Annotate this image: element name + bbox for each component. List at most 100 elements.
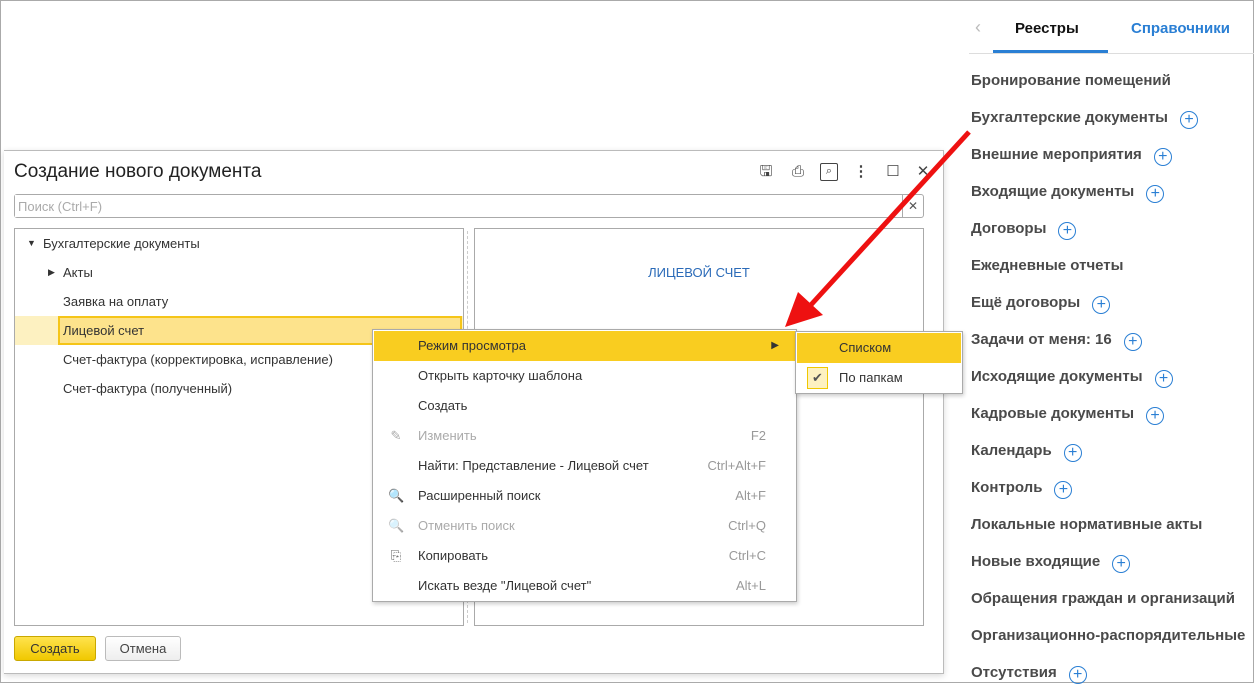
preview-icon[interactable]: ⌕ xyxy=(820,163,838,181)
dialog-title: Создание нового документа xyxy=(14,161,262,182)
menu-label: По папкам xyxy=(839,370,903,385)
collapsed-arrow-icon[interactable]: ▶ xyxy=(48,258,55,287)
cancel-search-icon: 🔍 xyxy=(388,518,405,533)
menu-item-search-everywhere[interactable]: Искать везде "Лицевой счет" Alt+L xyxy=(374,571,795,601)
section-item[interactable]: Исходящие документы + xyxy=(971,368,1173,388)
section-item[interactable]: Локальные нормативные акты xyxy=(971,516,1202,533)
menu-item-open-template[interactable]: Открыть карточку шаблона xyxy=(374,361,795,391)
section-label: Задачи от меня: 16 xyxy=(971,331,1112,348)
clear-search-icon[interactable]: ✕ xyxy=(902,195,923,217)
section-item[interactable]: Внешние мероприятия + xyxy=(971,146,1172,166)
add-icon[interactable]: + xyxy=(1068,666,1087,684)
section-item[interactable]: Договоры + xyxy=(971,220,1077,240)
menu-shortcut: Ctrl+Alt+F xyxy=(707,458,766,473)
save-icon[interactable]: 🖫 xyxy=(757,163,775,181)
context-menu: Режим просмотра ▶ Открыть карточку шаблон… xyxy=(372,329,797,602)
section-item[interactable]: Новые входящие + xyxy=(971,553,1131,573)
menu-item-copy[interactable]: ⎘ Копировать Ctrl+C xyxy=(374,541,795,571)
chevron-left-icon[interactable]: ‹ xyxy=(975,17,981,38)
menu-shortcut: Alt+F xyxy=(735,488,766,503)
menu-item-find[interactable]: Найти: Представление - Лицевой счет Ctrl+… xyxy=(374,451,795,481)
menu-item-advanced-search[interactable]: 🔍 Расширенный поиск Alt+F xyxy=(374,481,795,511)
menu-item-view-mode[interactable]: Режим просмотра ▶ xyxy=(374,331,795,361)
tree-label: Счет-фактура (корректировка, исправление… xyxy=(63,352,333,367)
cancel-button[interactable]: Отмена xyxy=(105,636,181,661)
menu-label: Списком xyxy=(839,340,892,355)
section-tabs: ‹ Реестры Справочники xyxy=(969,1,1254,54)
add-icon[interactable]: + xyxy=(1058,222,1077,240)
section-label: Бронирование помещений xyxy=(971,72,1171,89)
submenu-arrow-icon: ▶ xyxy=(771,340,779,351)
menu-shortcut: F2 xyxy=(750,428,766,443)
section-label: Локальные нормативные акты xyxy=(971,516,1203,533)
menu-shortcut: Ctrl+C xyxy=(728,548,766,563)
section-item[interactable]: Организационно-распорядительные xyxy=(971,627,1245,644)
pencil-icon: ✎ xyxy=(390,428,402,443)
section-label: Календарь xyxy=(971,442,1052,459)
tree-row[interactable]: Заявка на оплату xyxy=(15,287,463,316)
tree-row-group[interactable]: ▼ Бухгалтерские документы xyxy=(15,229,463,258)
tree-label: Бухгалтерские документы xyxy=(43,236,200,251)
menu-shortcut: Alt+L xyxy=(736,578,766,593)
close-icon[interactable]: ✕ xyxy=(914,163,932,181)
menu-item-edit[interactable]: ✎ Изменить F2 xyxy=(374,421,795,451)
section-item[interactable]: Задачи от меня: 16 + xyxy=(971,331,1142,351)
section-label: Бухгалтерские документы xyxy=(971,109,1168,126)
add-icon[interactable]: + xyxy=(1146,407,1165,425)
section-item[interactable]: Ежедневные отчеты xyxy=(971,257,1123,274)
add-icon[interactable]: + xyxy=(1092,296,1111,314)
tree-label: Заявка на оплату xyxy=(63,294,169,309)
add-icon[interactable]: + xyxy=(1063,444,1082,462)
section-label: Договоры xyxy=(971,220,1047,237)
advanced-search-icon: 🔍 xyxy=(388,488,405,503)
add-icon[interactable]: + xyxy=(1123,333,1142,351)
menu-label: Изменить xyxy=(418,428,477,443)
expanded-arrow-icon[interactable]: ▼ xyxy=(27,229,36,258)
section-label: Ещё договоры xyxy=(971,294,1081,311)
tree-label: Акты xyxy=(63,265,93,280)
menu-label: Найти: Представление - Лицевой счет xyxy=(418,458,649,473)
section-item[interactable]: Ещё договоры + xyxy=(971,294,1111,314)
section-label: Входящие документы xyxy=(971,183,1135,200)
preview-text: ЛИЦЕВОЙ СЧЕТ xyxy=(648,265,750,280)
more-icon[interactable]: ⋮ xyxy=(852,163,870,181)
section-item[interactable]: Контроль + xyxy=(971,479,1073,499)
section-label: Отсутствия xyxy=(971,664,1057,681)
menu-shortcut: Ctrl+Q xyxy=(728,518,766,533)
submenu-item-folders[interactable]: ✔ По папкам xyxy=(797,363,961,393)
active-tab-indicator xyxy=(993,50,1108,53)
add-icon[interactable]: + xyxy=(1112,555,1131,573)
menu-label: Отменить поиск xyxy=(418,518,515,533)
create-button[interactable]: Создать xyxy=(14,636,96,661)
add-icon[interactable]: + xyxy=(1154,370,1173,388)
tree-row-folder[interactable]: ▶ Акты xyxy=(15,258,463,287)
section-item[interactable]: Обращения граждан и организаций xyxy=(971,590,1235,607)
section-item[interactable]: Отсутствия + xyxy=(971,664,1087,684)
add-icon[interactable]: + xyxy=(1153,148,1172,166)
search-field[interactable]: ✕ xyxy=(14,194,924,218)
tree-label: Счет-фактура (полученный) xyxy=(63,381,233,396)
tab-registers[interactable]: Реестры xyxy=(1015,20,1079,37)
add-icon[interactable]: + xyxy=(1146,185,1165,203)
copy-icon: ⎘ xyxy=(390,548,402,563)
section-item[interactable]: Календарь + xyxy=(971,442,1082,462)
add-icon[interactable]: + xyxy=(1054,481,1073,499)
menu-label: Создать xyxy=(418,398,468,413)
print-icon[interactable]: ⎙ xyxy=(789,163,807,181)
section-label: Ежедневные отчеты xyxy=(971,257,1124,274)
tab-catalogs[interactable]: Справочники xyxy=(1131,20,1230,37)
section-label: Обращения граждан и организаций xyxy=(971,590,1235,607)
checkmark-icon: ✔ xyxy=(807,367,828,389)
section-item[interactable]: Кадровые документы + xyxy=(971,405,1165,425)
submenu-item-list[interactable]: Списком xyxy=(797,333,961,363)
section-label: Кадровые документы xyxy=(971,405,1135,422)
menu-item-create[interactable]: Создать xyxy=(374,391,795,421)
section-item[interactable]: Входящие документы + xyxy=(971,183,1165,203)
menu-item-cancel-search[interactable]: 🔍 Отменить поиск Ctrl+Q xyxy=(374,511,795,541)
menu-label: Искать везде "Лицевой счет" xyxy=(418,578,592,593)
maximize-icon[interactable]: ☐ xyxy=(884,163,902,181)
section-item[interactable]: Бронирование помещений xyxy=(971,72,1171,89)
section-item[interactable]: Бухгалтерские документы + xyxy=(971,109,1198,129)
search-input[interactable] xyxy=(15,195,895,217)
add-icon[interactable]: + xyxy=(1180,111,1198,129)
